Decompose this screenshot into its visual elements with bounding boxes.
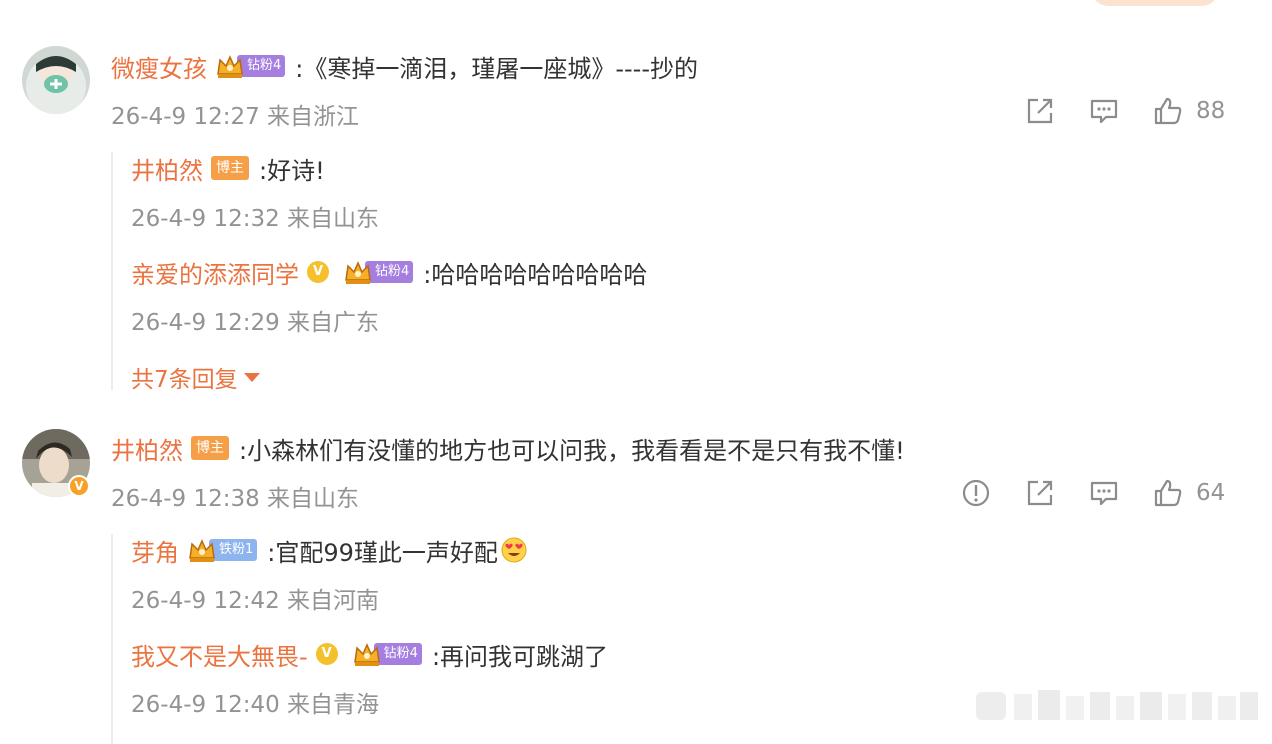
report-icon[interactable] [960, 477, 992, 509]
reply-text: :再问我可跳湖了 [431, 642, 609, 671]
reply-time: 26-4-9 12:29 来自广东 [131, 310, 380, 336]
crown-icon [343, 258, 373, 286]
comment-time: 26-4-9 12:38 来自山东 [111, 486, 360, 512]
reply-header: 我又不是大無畏- V 钻粉4 :再问我可跳湖了 [131, 637, 608, 671]
reply-author[interactable]: 亲爱的添添同学 [131, 255, 299, 290]
reply-header: 芽角 铁粉1 :官配99瑾此一声好配 [131, 533, 528, 567]
crown-icon [187, 536, 217, 564]
avatar[interactable] [22, 46, 90, 114]
fan-badge[interactable]: 钻粉4 [215, 52, 286, 80]
reply-text: :好诗! [259, 156, 325, 185]
crown-icon [352, 640, 382, 668]
reply-divider [111, 534, 113, 744]
fan-badge[interactable]: 钻粉4 [343, 258, 414, 286]
like-icon [1152, 477, 1184, 509]
reply-time: 26-4-9 12:40 来自青海 [131, 692, 380, 718]
reply-text: :哈哈哈哈哈哈哈哈哈 [423, 260, 648, 289]
share-icon[interactable] [1024, 477, 1056, 509]
reply-time: 26-4-9 12:42 来自河南 [131, 588, 380, 614]
comment-text: :《寒掉一滴泪，瑾屠一座城》----抄的 [295, 54, 699, 83]
blogger-badge: 博主 [191, 436, 229, 460]
blogger-badge: 博主 [211, 156, 249, 180]
like-icon [1152, 95, 1184, 127]
reply-author[interactable]: 我又不是大無畏- [131, 637, 308, 672]
crown-icon [215, 52, 245, 80]
reply-text: :官配99瑾此一声好配 [267, 538, 498, 567]
share-icon[interactable] [1024, 95, 1056, 127]
comment-actions: 64 [960, 477, 1225, 509]
like-count: 88 [1196, 98, 1226, 124]
comment-header: 微瘦女孩 钻粉4 :《寒掉一滴泪，瑾屠一座城》----抄的 [111, 49, 698, 83]
like-button[interactable]: 88 [1152, 95, 1225, 127]
verified-icon: V [315, 643, 338, 665]
watermark-logo [976, 690, 1258, 720]
comment-actions: 88 [1024, 95, 1225, 127]
fan-badge[interactable]: 铁粉1 [187, 536, 258, 564]
reply-author[interactable]: 井柏然 [131, 151, 203, 186]
more-replies-link[interactable]: 共7条回复 [131, 360, 260, 394]
comment-author[interactable]: 微瘦女孩 [111, 49, 207, 84]
comment-time: 26-4-9 12:27 来自浙江 [111, 104, 360, 130]
heart-eyes-emoji [500, 536, 528, 564]
like-count: 64 [1196, 480, 1226, 506]
caret-down-icon [243, 372, 260, 382]
comment-icon[interactable] [1088, 95, 1120, 127]
comment-icon[interactable] [1088, 477, 1120, 509]
comment-header: 井柏然 博主 :小森林们有没懂的地方也可以问我，我看看是不是只有我不懂! [111, 431, 905, 465]
verified-icon: V [307, 261, 329, 283]
reply-divider [111, 152, 113, 390]
more-replies-label: 共7条回复 [131, 367, 238, 393]
comment-author[interactable]: 井柏然 [111, 431, 183, 466]
reply-time: 26-4-9 12:32 来自山东 [131, 206, 380, 232]
like-button[interactable]: 64 [1152, 477, 1225, 509]
top-pill-button[interactable] [1092, 0, 1218, 6]
reply-author[interactable]: 芽角 [131, 533, 179, 568]
verified-badge: V [68, 475, 90, 497]
comment-text: :小森林们有没懂的地方也可以问我，我看看是不是只有我不懂! [239, 436, 905, 465]
fan-badge[interactable]: 钻粉4 [352, 640, 422, 668]
reply-header: 亲爱的添添同学 V 钻粉4 :哈哈哈哈哈哈哈哈哈 [131, 255, 647, 289]
reply-header: 井柏然 博主 :好诗! [131, 151, 325, 185]
